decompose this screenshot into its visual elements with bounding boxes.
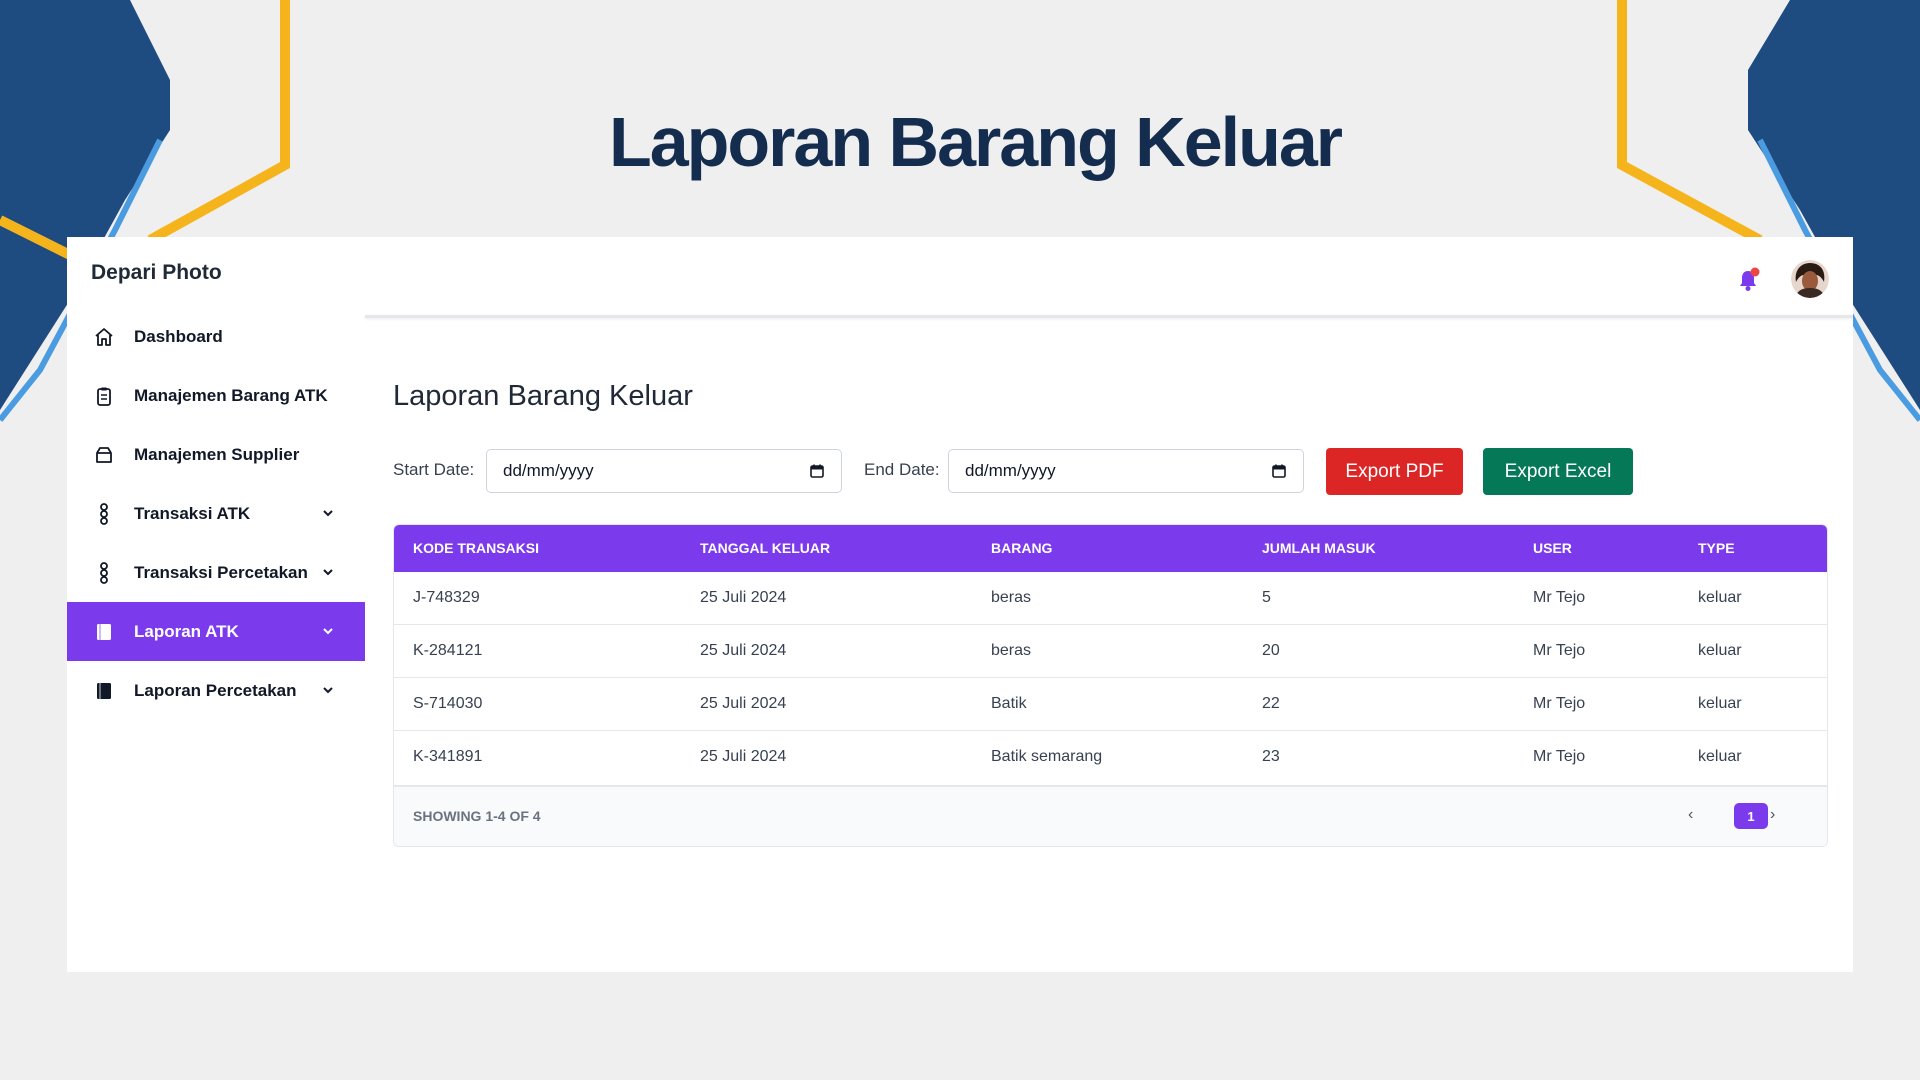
cell-type: keluar: [1698, 695, 1742, 712]
cell-user: Mr Tejo: [1533, 748, 1586, 765]
topbar-divider: [365, 315, 1853, 318]
column-header[interactable]: TYPE: [1698, 540, 1735, 556]
sidebar-item-dashboard[interactable]: Dashboard: [67, 307, 365, 366]
slide-title: Laporan Barang Keluar: [608, 103, 1343, 181]
chevron-down-icon[interactable]: [321, 683, 335, 697]
sidebar-item-transaksi-atk[interactable]: Transaksi ATK: [67, 484, 365, 543]
cell-kode: K-284121: [413, 642, 483, 659]
cell-type: keluar: [1698, 642, 1742, 659]
column-header[interactable]: KODE TRANSAKSI: [413, 540, 539, 556]
cell-barang: beras: [991, 642, 1032, 659]
sidebar-item-transaksi-percetakan[interactable]: Transaksi Percetakan: [67, 543, 365, 602]
brand-name[interactable]: Depari Photo: [91, 261, 222, 285]
sidebar-item-label: Laporan Percetakan: [134, 680, 297, 700]
report-table: KODE TRANSAKSI TANGGAL KELUAR BARANG JUM…: [393, 524, 1828, 847]
cell-tanggal: 25 Juli 2024: [700, 589, 787, 606]
cell-barang: Batik: [991, 695, 1027, 712]
home-icon: [93, 326, 115, 348]
cell-jumlah: 23: [1262, 748, 1280, 765]
cell-kode: K-341891: [413, 748, 483, 765]
sidebar-item-laporan-percetakan[interactable]: Laporan Percetakan: [67, 661, 365, 720]
column-header[interactable]: USER: [1533, 540, 1572, 556]
chevron-down-icon[interactable]: [321, 624, 335, 638]
end-date-value: dd/mm/yyyy: [965, 461, 1056, 480]
table-row[interactable]: S-714030 25 Juli 2024 Batik 22 Mr Tejo k…: [394, 678, 1827, 731]
sidebar-item-label: Dashboard: [134, 326, 223, 346]
sidebar: Dashboard Manajemen Barang ATK Manajemen…: [67, 307, 365, 720]
cell-jumlah: 22: [1262, 695, 1280, 712]
chevron-down-icon[interactable]: [321, 506, 335, 520]
cell-user: Mr Tejo: [1533, 695, 1586, 712]
cell-tanggal: 25 Juli 2024: [700, 748, 787, 765]
sidebar-item-label: Transaksi Percetakan: [134, 562, 308, 582]
report-icon: [93, 621, 115, 643]
pagination-summary: SHOWING 1-4 OF 4: [413, 808, 541, 824]
page-title: Laporan Barang Keluar: [393, 380, 693, 412]
calendar-icon[interactable]: [809, 463, 825, 479]
transaction-icon: [93, 502, 115, 525]
cell-kode: J-748329: [413, 589, 480, 606]
end-date-label: End Date:: [864, 460, 940, 479]
transaction-icon: [93, 561, 115, 584]
pagination-next-button[interactable]: ›: [1770, 806, 1775, 824]
column-header[interactable]: JUMLAH MASUK: [1262, 540, 1376, 556]
cell-type: keluar: [1698, 589, 1742, 606]
end-date-input[interactable]: dd/mm/yyyy: [948, 449, 1304, 493]
sidebar-item-label: Manajemen Supplier: [134, 444, 300, 464]
cell-tanggal: 25 Juli 2024: [700, 695, 787, 712]
export-pdf-button[interactable]: Export PDF: [1326, 448, 1463, 495]
box-icon: [93, 444, 115, 466]
table-row[interactable]: J-748329 25 Juli 2024 beras 5 Mr Tejo ke…: [394, 572, 1827, 625]
cell-type: keluar: [1698, 748, 1742, 765]
notification-bell-icon[interactable]: [1735, 267, 1761, 293]
notification-dot: [1750, 267, 1760, 277]
table-footer: SHOWING 1-4 OF 4 ‹ 1 ›: [394, 785, 1827, 846]
calendar-icon[interactable]: [1271, 463, 1287, 479]
column-header[interactable]: TANGGAL KELUAR: [700, 540, 830, 556]
column-header[interactable]: BARANG: [991, 540, 1052, 556]
pagination-page-1[interactable]: 1: [1734, 803, 1768, 829]
cell-barang: beras: [991, 589, 1032, 606]
sidebar-item-label: Transaksi ATK: [134, 503, 251, 523]
table-row[interactable]: K-341891 25 Juli 2024 Batik semarang 23 …: [394, 731, 1827, 784]
table-row[interactable]: K-284121 25 Juli 2024 beras 20 Mr Tejo k…: [394, 625, 1827, 678]
start-date-value: dd/mm/yyyy: [503, 461, 594, 480]
cell-jumlah: 20: [1262, 642, 1280, 659]
sidebar-item-label: Laporan ATK: [134, 621, 239, 641]
sidebar-item-manajemen-supplier[interactable]: Manajemen Supplier: [67, 425, 365, 484]
cell-user: Mr Tejo: [1533, 642, 1586, 659]
report-icon: [93, 680, 115, 702]
app-window: Depari Photo Dashboard Manajemen Barang …: [67, 237, 1853, 972]
sidebar-item-laporan-atk[interactable]: Laporan ATK: [67, 602, 365, 661]
cell-jumlah: 5: [1262, 589, 1271, 606]
cell-user: Mr Tejo: [1533, 589, 1586, 606]
start-date-label: Start Date:: [393, 460, 475, 479]
cell-barang: Batik semarang: [991, 748, 1103, 765]
user-avatar[interactable]: [1791, 260, 1829, 298]
sidebar-item-manajemen-barang-atk[interactable]: Manajemen Barang ATK: [67, 366, 365, 425]
chevron-down-icon[interactable]: [321, 565, 335, 579]
cell-tanggal: 25 Juli 2024: [700, 642, 787, 659]
sidebar-item-label: Manajemen Barang ATK: [134, 385, 328, 405]
cell-kode: S-714030: [413, 695, 483, 712]
start-date-input[interactable]: dd/mm/yyyy: [486, 449, 842, 493]
clipboard-icon: [93, 385, 115, 407]
export-excel-button[interactable]: Export Excel: [1483, 448, 1633, 495]
table-header: KODE TRANSAKSI TANGGAL KELUAR BARANG JUM…: [394, 525, 1827, 572]
pagination-prev-button[interactable]: ‹: [1688, 806, 1693, 824]
